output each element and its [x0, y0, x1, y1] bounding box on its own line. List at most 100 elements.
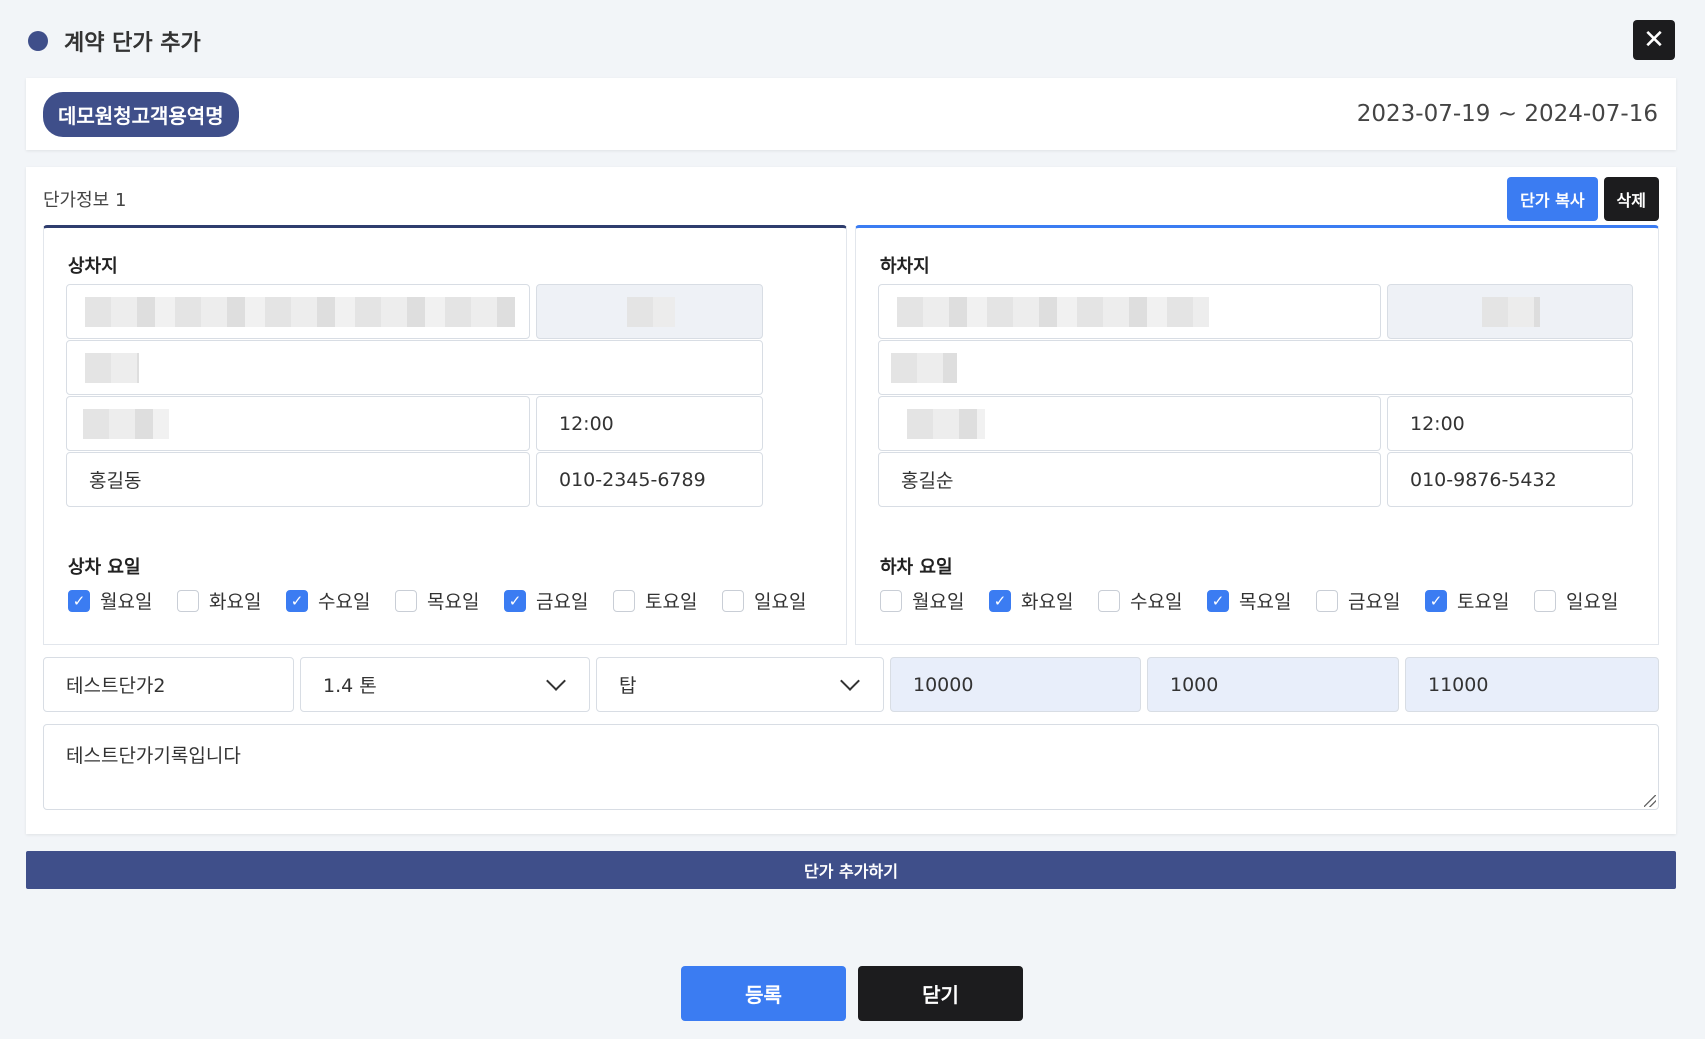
loading-day-checkbox[interactable]: ✓ 월요일 [68, 587, 177, 614]
checkbox[interactable] [1098, 589, 1120, 612]
loading-label: 상차지 [68, 256, 118, 277]
unloading-label: 하차지 [880, 256, 930, 277]
price-tax-field[interactable]: 1000 [1147, 657, 1399, 712]
checkbox[interactable] [880, 589, 902, 612]
contract-info-card: 데모원청고객용역명 2023-07-19 ~ 2024-07-16 [26, 78, 1676, 150]
day-label: 일요일 [754, 591, 807, 613]
contract-date-range: 2023-07-19 ~ 2024-07-16 [1356, 101, 1658, 127]
tonnage-select[interactable]: 1.4 톤 [300, 657, 590, 712]
day-label: 화요일 [209, 591, 262, 613]
day-label: 금요일 [536, 591, 589, 613]
unloading-day-checkbox[interactable]: 수요일 [1098, 587, 1207, 614]
loading-day-checkbox[interactable]: 화요일 [177, 587, 286, 614]
memo-text: 테스트단가기록입니다 [66, 745, 241, 767]
unloading-address-detail-field[interactable] [878, 340, 1633, 395]
add-price-button[interactable]: 단가 추가하기 [26, 851, 1676, 889]
close-button[interactable]: 닫기 [858, 966, 1023, 1021]
modal-title: 계약 단가 추가 [64, 31, 201, 56]
day-label: 수요일 [318, 591, 371, 613]
register-button[interactable]: 등록 [681, 966, 846, 1021]
price-card-header: 단가정보 1 단가 복사 삭제 [43, 177, 1659, 221]
price-name-field[interactable]: 테스트단가2 [43, 657, 294, 712]
vehicle-type-value: 탑 [619, 675, 637, 697]
checkbox[interactable] [395, 589, 417, 612]
checkbox[interactable]: ✓ [286, 589, 308, 612]
unloading-day-checkbox[interactable]: 일요일 [1534, 587, 1643, 614]
unloading-panel: 하차지 12:00 홍길순 010-9876-5432 하차 요일 월요일 ✓ 화… [855, 225, 1659, 645]
close-icon-button[interactable]: ✕ [1633, 20, 1675, 60]
unloading-address-field[interactable] [878, 284, 1381, 339]
price-total-field[interactable]: 11000 [1405, 657, 1659, 712]
redacted-text [85, 297, 515, 327]
loading-address-field[interactable] [66, 284, 530, 339]
checkbox[interactable] [1534, 589, 1556, 612]
resize-grip-icon[interactable] [1644, 795, 1656, 807]
redacted-text [1482, 297, 1540, 327]
redacted-text [897, 297, 1209, 327]
checkbox[interactable]: ✓ [504, 589, 526, 612]
loading-address-detail-field[interactable] [66, 340, 763, 395]
day-label: 금요일 [1348, 591, 1401, 613]
checkbox[interactable]: ✓ [68, 589, 90, 612]
day-label: 월요일 [100, 591, 153, 613]
checkbox[interactable] [177, 589, 199, 612]
checkbox[interactable]: ✓ [989, 589, 1011, 612]
loading-contact-phone-field[interactable]: 010-2345-6789 [536, 452, 763, 507]
unloading-contact-phone-field[interactable]: 010-9876-5432 [1387, 452, 1633, 507]
redacted-text [85, 353, 139, 383]
checkbox[interactable] [1316, 589, 1338, 612]
loading-days: ✓ 월요일 화요일 ✓ 수요일 목요일 ✓ 금요일 토요일 일요일 [68, 587, 831, 614]
unloading-day-checkbox[interactable]: ✓ 화요일 [989, 587, 1098, 614]
loading-day-checkbox[interactable]: ✓ 수요일 [286, 587, 395, 614]
tonnage-value: 1.4 톤 [323, 675, 377, 697]
day-label: 일요일 [1566, 591, 1619, 613]
unloading-days: 월요일 ✓ 화요일 수요일 ✓ 목요일 금요일 ✓ 토요일 일요일 [880, 587, 1643, 614]
loading-place-field[interactable] [66, 396, 530, 451]
checkbox[interactable]: ✓ [1207, 589, 1229, 612]
loading-days-label: 상차 요일 [68, 557, 141, 578]
loading-time-field[interactable]: 12:00 [536, 396, 763, 451]
day-label: 토요일 [1457, 591, 1510, 613]
checkbox[interactable] [722, 589, 744, 612]
day-label: 목요일 [427, 591, 480, 613]
chevron-down-icon [840, 671, 860, 691]
unloading-day-checkbox[interactable]: ✓ 토요일 [1425, 587, 1534, 614]
loading-panel: 상차지 12:00 홍길동 010-2345-6789 상차 요일 ✓ 월요일 화… [43, 225, 847, 645]
day-label: 수요일 [1130, 591, 1183, 613]
redacted-text [907, 409, 985, 439]
modal-header: 계약 단가 추가 ✕ [26, 20, 1675, 62]
unloading-contact-name-field[interactable]: 홍길순 [878, 452, 1381, 507]
day-label: 월요일 [912, 591, 965, 613]
loading-day-checkbox[interactable]: ✓ 금요일 [504, 587, 613, 614]
redacted-text [627, 297, 675, 327]
loading-day-checkbox[interactable]: 목요일 [395, 587, 504, 614]
loading-contact-name-field[interactable]: 홍길동 [66, 452, 530, 507]
customer-name-badge: 데모원청고객용역명 [43, 91, 239, 137]
delete-price-button[interactable]: 삭제 [1603, 177, 1659, 221]
price-info-card: 단가정보 1 단가 복사 삭제 상차지 12:00 홍길동 010-2345-6… [26, 167, 1676, 834]
checkbox[interactable]: ✓ [1425, 589, 1447, 612]
unloading-days-label: 하차 요일 [880, 557, 953, 578]
price-info-title: 단가정보 1 [43, 190, 127, 211]
unloading-day-checkbox[interactable]: 금요일 [1316, 587, 1425, 614]
unloading-day-checkbox[interactable]: 월요일 [880, 587, 989, 614]
unloading-place-field[interactable] [878, 396, 1381, 451]
unloading-search-button[interactable] [1387, 284, 1633, 339]
redacted-text [83, 409, 169, 439]
copy-price-button[interactable]: 단가 복사 [1507, 177, 1598, 221]
loading-day-checkbox[interactable]: 토요일 [613, 587, 722, 614]
day-label: 토요일 [645, 591, 698, 613]
day-label: 화요일 [1021, 591, 1074, 613]
day-label: 목요일 [1239, 591, 1292, 613]
loading-search-button[interactable] [536, 284, 763, 339]
loading-day-checkbox[interactable]: 일요일 [722, 587, 831, 614]
chevron-down-icon [546, 671, 566, 691]
memo-textarea[interactable]: 테스트단가기록입니다 [43, 724, 1659, 810]
checkbox[interactable] [613, 589, 635, 612]
vehicle-type-select[interactable]: 탑 [596, 657, 884, 712]
title-dot-icon [28, 31, 48, 51]
unloading-time-field[interactable]: 12:00 [1387, 396, 1633, 451]
unloading-day-checkbox[interactable]: ✓ 목요일 [1207, 587, 1316, 614]
price-base-field[interactable]: 10000 [890, 657, 1141, 712]
redacted-text [891, 353, 957, 383]
